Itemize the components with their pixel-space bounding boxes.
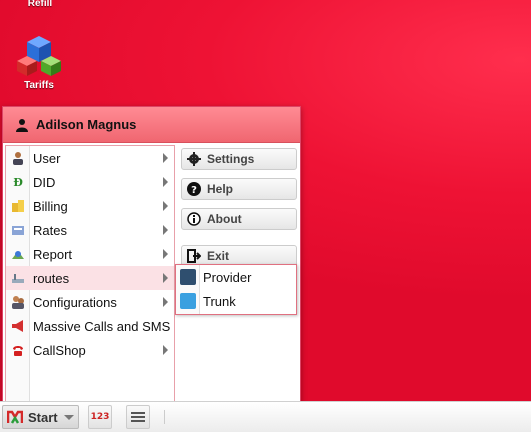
menu-item-routes[interactable]: routes [6, 266, 174, 290]
billing-coins-icon [10, 198, 26, 214]
help-button[interactable]: ? Help [181, 178, 297, 200]
gear-icon [186, 151, 202, 167]
desktop-icon-tariffs[interactable]: Tariffs [12, 34, 66, 91]
about-label: About [207, 212, 242, 226]
start-menu: Adilson Magnus User Ð DID Billing Rates … [2, 106, 301, 404]
menu-item-callshop[interactable]: CallShop [6, 338, 174, 362]
menu-item-did[interactable]: Ð DID [6, 170, 174, 194]
submenu-item-provider[interactable]: Provider [176, 265, 296, 289]
calculator-icon: 123 [90, 412, 110, 422]
chevron-right-icon [163, 249, 168, 259]
menu-item-massive-calls[interactable]: Massive Calls and SMS [6, 314, 174, 338]
menu-item-report[interactable]: Report [6, 242, 174, 266]
list-view-button[interactable] [126, 405, 150, 429]
start-label: Start [28, 409, 58, 425]
routes-submenu: Provider Trunk [175, 264, 297, 315]
megaphone-icon [10, 318, 26, 334]
configurations-icon [10, 294, 26, 310]
menu-item-label: Rates [33, 222, 67, 238]
chevron-right-icon [163, 225, 168, 235]
desktop-icon-label: Refill [27, 0, 53, 9]
menu-item-configurations[interactable]: Configurations [6, 290, 174, 314]
chevron-right-icon [163, 273, 168, 283]
start-button[interactable]: Start [2, 405, 79, 429]
rates-icon [10, 222, 26, 238]
submenu-item-label: Provider [203, 269, 252, 285]
taskbar-separator [164, 410, 165, 424]
chevron-right-icon [163, 201, 168, 211]
submenu-item-trunk[interactable]: Trunk [176, 289, 296, 313]
taskbar: Start 123 [0, 401, 531, 432]
svg-text:?: ? [191, 185, 197, 196]
menu-item-label: Massive Calls and SMS [33, 318, 171, 334]
menu-item-label: routes [33, 270, 70, 286]
menu-item-label: CallShop [33, 342, 86, 358]
desktop-icon-refill[interactable]: Refill [18, 0, 62, 9]
desktop-icon-label: Tariffs [24, 80, 54, 91]
start-menu-items: User Ð DID Billing Rates Report routes C… [5, 145, 175, 403]
did-icon: Ð [13, 175, 23, 189]
submenu-item-label: Trunk [203, 293, 236, 309]
help-label: Help [207, 182, 234, 196]
chevron-right-icon [163, 153, 168, 163]
phone-icon [10, 342, 26, 358]
menu-item-billing[interactable]: Billing [6, 194, 174, 218]
settings-label: Settings [207, 152, 255, 166]
chevron-right-icon [163, 297, 168, 307]
menu-item-label: DID [33, 174, 56, 190]
report-icon [10, 246, 26, 262]
help-icon: ? [186, 181, 202, 197]
menu-item-label: Billing [33, 198, 68, 214]
menu-item-user[interactable]: User [6, 146, 174, 170]
trunk-icon [180, 293, 196, 309]
user-icon [10, 150, 26, 166]
about-button[interactable]: About [181, 208, 297, 230]
menu-item-label: Configurations [33, 294, 117, 310]
exit-icon [186, 248, 202, 264]
chevron-right-icon [163, 177, 168, 187]
info-icon [186, 211, 202, 227]
user-silhouette-icon [16, 118, 28, 132]
chevron-right-icon [163, 345, 168, 355]
menu-item-label: User [33, 150, 61, 166]
settings-button[interactable]: Settings [181, 148, 297, 170]
chevron-down-icon [63, 414, 74, 420]
menu-item-label: Report [33, 246, 73, 262]
start-menu-header: Adilson Magnus [3, 107, 300, 143]
menu-item-rates[interactable]: Rates [6, 218, 174, 242]
exit-label: Exit [207, 249, 230, 263]
list-icon [131, 412, 145, 422]
user-name: Adilson Magnus [36, 117, 137, 132]
calculator-button[interactable]: 123 [88, 405, 112, 429]
routes-icon [10, 270, 26, 286]
start-logo-icon [7, 410, 23, 424]
tariffs-cubes-icon [17, 36, 61, 76]
provider-icon [180, 269, 196, 285]
